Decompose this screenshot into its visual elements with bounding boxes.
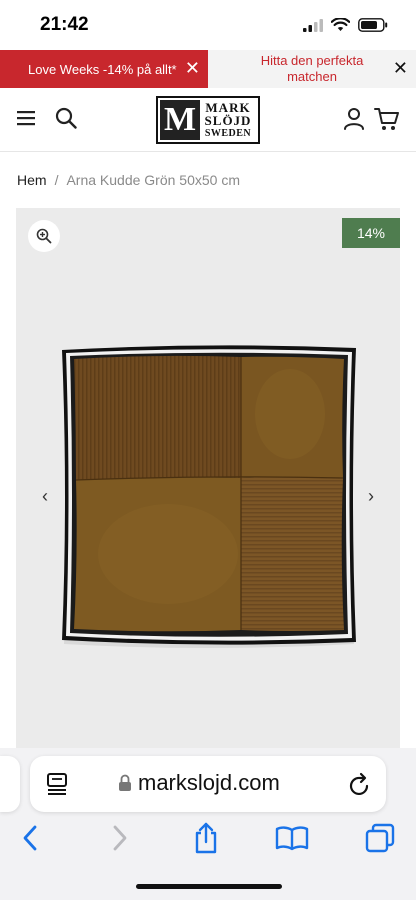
product-image [62, 345, 356, 648]
promo-perfect-match[interactable]: Hitta den perfekta matchen ✕ [208, 50, 416, 88]
cart-icon[interactable] [374, 106, 400, 132]
status-time: 21:42 [40, 14, 89, 35]
logo-words: MARK SLÖJD SWEDEN [200, 101, 256, 140]
forward-icon [113, 825, 127, 851]
zoom-button[interactable] [28, 220, 60, 252]
status-bar: 21:42 [0, 0, 416, 50]
battery-icon [358, 18, 388, 32]
lock-icon [119, 774, 131, 791]
tabs-icon [365, 823, 395, 853]
site-header: M MARK SLÖJD SWEDEN [0, 88, 416, 152]
close-icon[interactable]: ✕ [185, 59, 200, 77]
logo-line3: SWEDEN [204, 127, 252, 139]
promo-bar: Love Weeks -14% på allt* ✕ Hitta den per… [0, 50, 416, 88]
share-icon [195, 822, 217, 854]
screen: 21:42 Love Weeks -14% på allt* ✕ Hitta d… [0, 0, 416, 900]
bookmarks-button[interactable] [274, 820, 310, 856]
share-button[interactable] [188, 820, 224, 856]
logo-line1: MARK [205, 99, 251, 115]
wifi-icon [331, 18, 350, 31]
markslojd-logo[interactable]: M MARK SLÖJD SWEDEN [156, 96, 260, 144]
previous-tab-peek[interactable] [0, 756, 20, 812]
reader-icon[interactable] [46, 772, 68, 796]
breadcrumb-current: Arna Kudde Grön 50x50 cm [66, 172, 240, 188]
product-gallery[interactable]: 14% ‹ › [16, 208, 400, 748]
close-icon[interactable]: ✕ [393, 59, 408, 77]
search-icon[interactable] [55, 107, 77, 129]
hamburger-icon[interactable] [17, 110, 35, 126]
bookmarks-icon [275, 826, 309, 851]
user-icon[interactable] [343, 107, 365, 131]
promo-left-text: Love Weeks -14% på allt* [28, 61, 177, 77]
breadcrumb: Hem / Arna Kudde Grön 50x50 cm [0, 152, 416, 208]
zoom-in-icon [36, 228, 52, 244]
signal-icon [303, 18, 323, 32]
promo-right-text: Hitta den perfekta matchen [260, 53, 364, 84]
discount-badge: 14% [342, 218, 400, 248]
url-text[interactable]: markslojd.com [138, 770, 280, 796]
back-icon [23, 825, 37, 851]
home-indicator[interactable] [136, 884, 282, 889]
logo-line2: SLÖJD [204, 112, 252, 128]
breadcrumb-home[interactable]: Hem [17, 172, 47, 188]
status-icons [303, 18, 388, 32]
promo-love-weeks[interactable]: Love Weeks -14% på allt* ✕ [0, 50, 208, 88]
tabs-button[interactable] [362, 820, 398, 856]
browser-toolbar [0, 820, 416, 860]
chevron-left-icon[interactable]: ‹ [42, 486, 48, 507]
browser-bottom-bar: markslojd.com [0, 748, 416, 900]
reload-icon[interactable] [348, 771, 372, 797]
address-bar[interactable]: markslojd.com [30, 756, 386, 812]
forward-button[interactable] [102, 820, 138, 856]
chevron-right-icon[interactable]: › [368, 486, 374, 507]
breadcrumb-separator: / [54, 172, 59, 188]
back-button[interactable] [12, 820, 48, 856]
logo-letter: M [160, 100, 200, 140]
